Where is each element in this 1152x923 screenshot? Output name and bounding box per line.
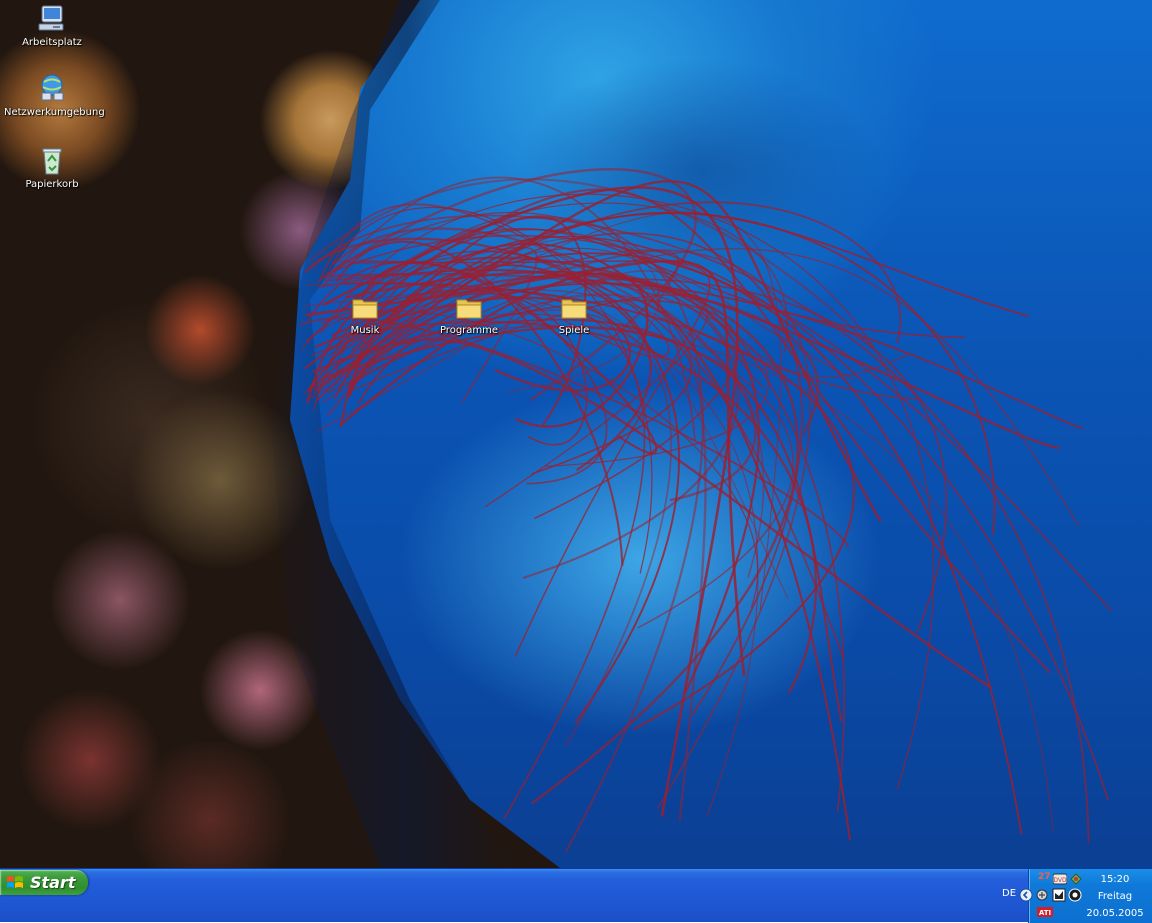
sea-fan-strand <box>346 338 992 689</box>
sea-fan-strand <box>350 212 996 535</box>
folder-label: Programme <box>439 325 499 336</box>
dvd-icon[interactable]: DVD <box>1053 872 1067 886</box>
volume-icon[interactable] <box>1035 888 1049 902</box>
folder-musik[interactable]: Musik <box>317 291 413 336</box>
sea-fan-strand <box>329 206 653 574</box>
desktop-icon-label: Arbeitsplatz <box>22 37 82 48</box>
language-indicator[interactable]: DE <box>1002 888 1016 899</box>
start-label: Start <box>30 873 76 892</box>
desktop-icon-papierkorb[interactable]: Papierkorb <box>4 145 100 190</box>
ati-icon[interactable]: ATI <box>1037 905 1053 919</box>
svg-text:ATI: ATI <box>1039 909 1051 917</box>
sea-fan-strand <box>304 237 652 472</box>
taskbar[interactable]: Start DE 27 DVD ATI 15:20 Freitag 20.05.… <box>0 868 1152 923</box>
desktop[interactable]: Arbeitsplatz Netzwerkumgebung Papierkorb… <box>0 0 1152 868</box>
folder-icon <box>352 299 378 319</box>
desktop-icon-label: Netzwerkumgebung <box>4 107 105 118</box>
sea-fan-strand <box>303 290 789 599</box>
sea-fan-strand <box>320 193 935 790</box>
folder-spiele[interactable]: Spiele <box>526 291 622 336</box>
desktop-icon-label: Papierkorb <box>25 179 79 190</box>
sea-fan-strand <box>301 310 759 608</box>
sea-fan-strand <box>300 317 850 548</box>
sea-fan-strand <box>316 168 697 402</box>
sea-fan-strand <box>332 227 757 502</box>
start-button[interactable]: Start <box>0 870 88 895</box>
sea-fan-strand <box>307 211 1029 392</box>
folder-programme[interactable]: Programme <box>421 291 517 336</box>
clock[interactable]: 15:20 Freitag 20.05.2005 <box>1084 871 1146 922</box>
clock-time: 15:20 <box>1100 874 1130 885</box>
sea-fan-strand <box>313 180 882 523</box>
sea-fan-strand <box>311 318 692 475</box>
sea-fan-strand <box>346 313 794 629</box>
folder-icon <box>456 299 482 319</box>
network-places-icon <box>41 74 64 101</box>
sea-fan-strand <box>303 211 782 610</box>
sea-fan-strand <box>306 256 1060 450</box>
notification-icon[interactable]: 27 <box>1038 872 1052 886</box>
media-icon[interactable] <box>1052 888 1066 902</box>
desktop-icon-netzwerkumgebung[interactable]: Netzwerkumgebung <box>4 73 105 118</box>
clock-date: 20.05.2005 <box>1086 908 1144 919</box>
folder-label: Spiele <box>558 325 590 336</box>
back-arrow-icon[interactable] <box>1019 888 1033 902</box>
desktop-icon-arbeitsplatz[interactable]: Arbeitsplatz <box>4 3 100 48</box>
sea-fan-strand <box>344 282 856 731</box>
sea-fan-strand <box>352 321 817 695</box>
speaker-icon[interactable] <box>1068 888 1082 902</box>
network-icon[interactable] <box>1069 872 1083 886</box>
folder-icon <box>561 299 587 319</box>
folder-label: Musik <box>350 325 380 336</box>
sea-fan-strand <box>320 326 843 722</box>
svg-text:DVD: DVD <box>1053 877 1067 884</box>
windows-logo-icon <box>7 875 23 888</box>
my-computer-icon <box>38 5 64 31</box>
clock-weekday: Freitag <box>1097 891 1133 902</box>
sea-fan-strand <box>356 188 1052 674</box>
recycle-bin-icon <box>42 148 62 175</box>
